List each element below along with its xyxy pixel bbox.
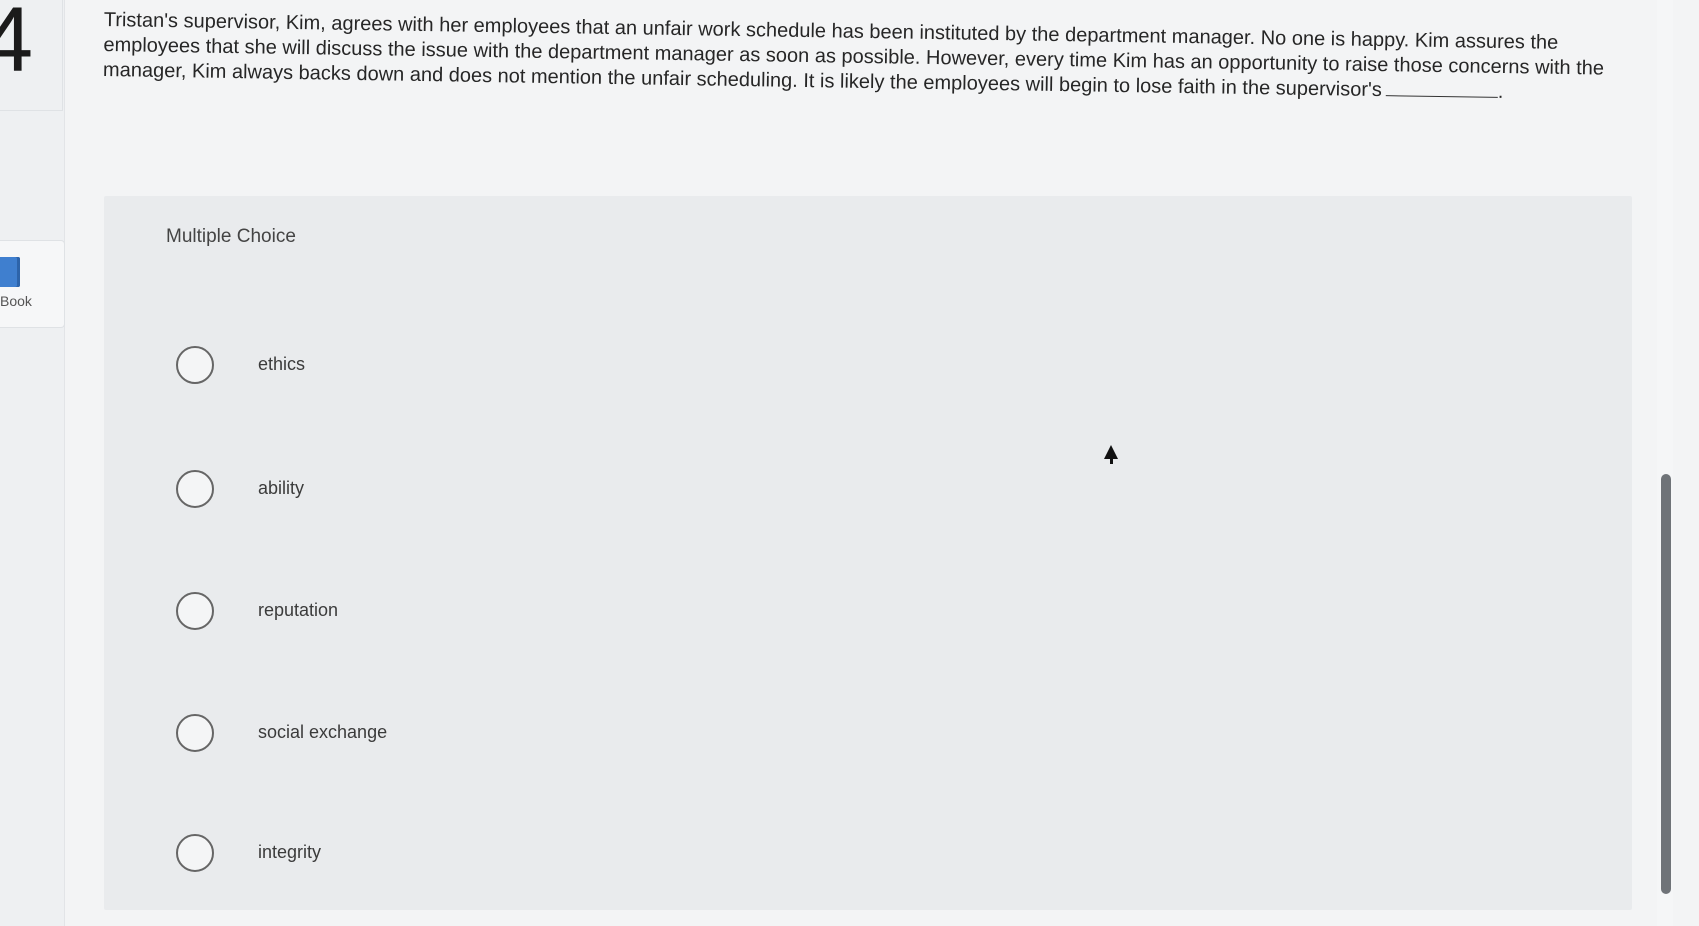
choice-label: reputation (258, 600, 339, 620)
scrollbar-thumb[interactable] (1661, 474, 1671, 894)
radio-button-icon[interactable] (176, 592, 214, 630)
choice-label: ethics (258, 354, 306, 374)
mouse-pointer-icon (1104, 445, 1118, 464)
choice-label: social exchange (258, 722, 388, 742)
ebook-icon (0, 257, 20, 287)
question-number-box: 4 (0, 0, 63, 111)
radio-button-icon[interactable] (176, 346, 214, 384)
radio-button-icon[interactable] (176, 714, 214, 752)
multiple-choice-panel: Multiple Choice ethics ability reputatio… (104, 196, 1632, 910)
left-rail: 4 Book (0, 0, 65, 926)
question-prompt: Tristan's supervisor, Kim, agrees with h… (103, 8, 1634, 107)
question-text: Tristan's supervisor, Kim, agrees with h… (102, 8, 1605, 102)
radio-button-icon[interactable] (176, 470, 214, 508)
answer-blank (1385, 81, 1498, 98)
blank-suffix: . (1497, 80, 1504, 103)
ebook-label: Book (0, 293, 32, 309)
ebook-button[interactable]: Book (0, 240, 65, 328)
choice-label: ability (258, 478, 305, 498)
choice-label: integrity (258, 842, 322, 862)
question-number: 4 (0, 0, 34, 91)
radio-button-icon[interactable] (176, 834, 214, 872)
question-type-header: Multiple Choice (166, 226, 296, 247)
